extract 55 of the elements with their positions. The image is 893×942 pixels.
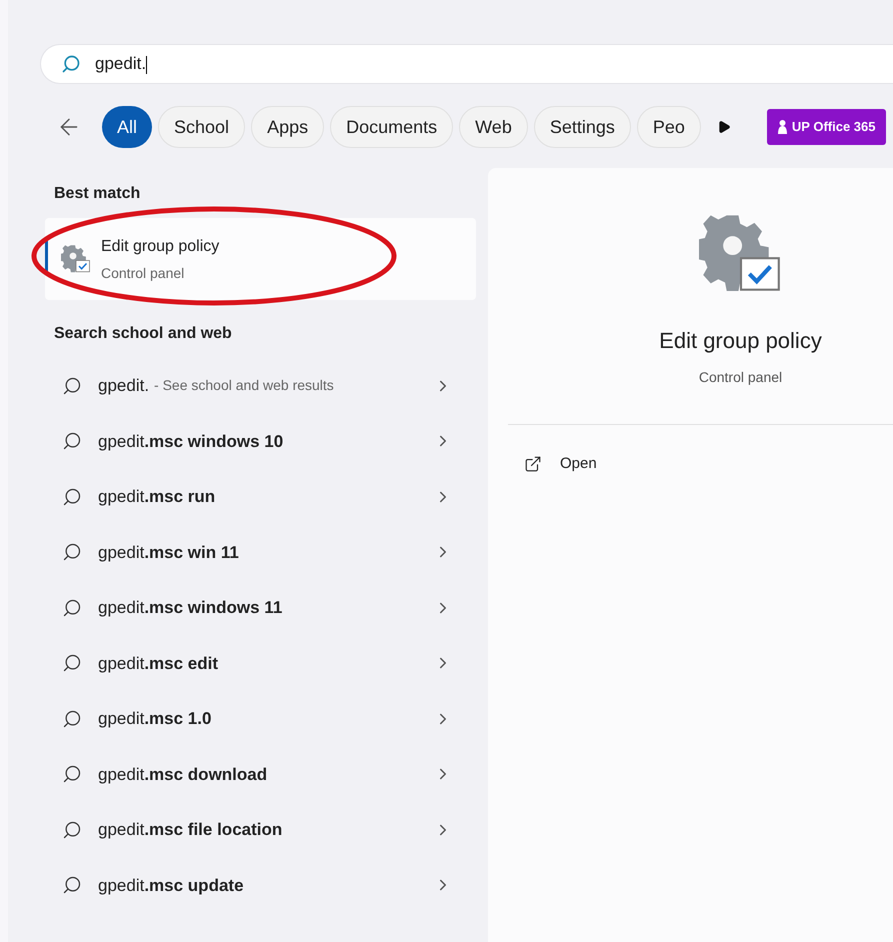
filter-tab[interactable]: Web bbox=[459, 106, 528, 148]
web-suggestion[interactable]: gpedit.msc win 11 bbox=[45, 524, 476, 580]
detail-title: Edit group policy bbox=[659, 327, 822, 355]
suggestion-text: gpedit.msc win 11 bbox=[98, 542, 239, 564]
search-icon bbox=[62, 598, 82, 618]
section-heading: Search school and web bbox=[54, 324, 233, 344]
suggestion-text: gpedit.msc 1.0 bbox=[98, 708, 212, 730]
promo-button[interactable]: UP Office 365 bbox=[766, 109, 886, 145]
open-icon bbox=[524, 455, 542, 474]
more-filters-icon[interactable] bbox=[716, 120, 731, 134]
suggestion-text: gpedit.msc windows 11 bbox=[98, 597, 282, 619]
search-icon bbox=[62, 708, 82, 729]
filter-tab[interactable]: All bbox=[102, 106, 152, 148]
search-field[interactable]: gpedit. bbox=[40, 44, 893, 84]
result-title: Edit group policy bbox=[101, 236, 220, 256]
suggestion-text: gpedit.msc update bbox=[98, 874, 244, 896]
web-suggestion[interactable]: gpedit.msc download bbox=[45, 746, 476, 802]
section-heading: Best match bbox=[54, 184, 142, 204]
web-suggestion[interactable]: gpedit.msc edit bbox=[45, 636, 476, 691]
suggestion-text: gpedit.msc windows 10 bbox=[98, 430, 284, 452]
search-icon bbox=[62, 820, 82, 840]
search-icon bbox=[62, 431, 82, 452]
filter-tab[interactable]: Peo bbox=[636, 106, 701, 148]
filter-tab[interactable]: School bbox=[158, 106, 246, 148]
search-icon bbox=[62, 875, 82, 896]
search-icon bbox=[62, 542, 82, 562]
web-suggestion[interactable]: gpedit.msc update bbox=[45, 858, 476, 913]
suggestion-text: gpedit.msc run bbox=[98, 486, 216, 508]
filter-tab[interactable]: Documents bbox=[330, 106, 454, 148]
web-suggestion[interactable]: gpedit.msc windows 10 bbox=[45, 414, 476, 469]
web-suggestion[interactable]: gpedit.msc run bbox=[45, 469, 476, 524]
search-icon bbox=[61, 54, 81, 74]
search-text: gpedit. bbox=[95, 53, 148, 76]
search-icon bbox=[62, 376, 82, 396]
result-subtitle: Control panel bbox=[101, 264, 186, 283]
suggestion-text: gpedit. bbox=[98, 375, 150, 397]
filter-tab[interactable]: Apps bbox=[251, 106, 324, 148]
open-action[interactable]: Open bbox=[524, 453, 893, 476]
suggestion-text: gpedit.msc edit bbox=[98, 652, 218, 674]
suggestion-text: gpedit.msc file location bbox=[98, 819, 282, 841]
search-icon bbox=[62, 764, 82, 784]
gear-icon bbox=[61, 244, 91, 274]
selection-indicator bbox=[45, 240, 48, 274]
person-icon bbox=[776, 119, 788, 135]
web-suggestion[interactable]: gpedit. - See school and web results bbox=[45, 358, 476, 414]
search-icon bbox=[62, 653, 82, 674]
filter-tab[interactable]: Settings bbox=[534, 106, 631, 148]
suggestion-text: gpedit.msc download bbox=[98, 764, 268, 786]
search-icon bbox=[62, 486, 82, 507]
best-match-item[interactable]: Edit group policy Control panel bbox=[45, 218, 476, 300]
detail-subtitle: Control panel bbox=[698, 368, 782, 387]
web-suggestion[interactable]: gpedit.msc windows 11 bbox=[45, 580, 476, 636]
web-suggestion[interactable]: gpedit.msc 1.0 bbox=[45, 691, 476, 746]
suggestion-hint: - See school and web results bbox=[154, 376, 334, 396]
web-suggestion[interactable]: gpedit.msc file location bbox=[45, 802, 476, 858]
